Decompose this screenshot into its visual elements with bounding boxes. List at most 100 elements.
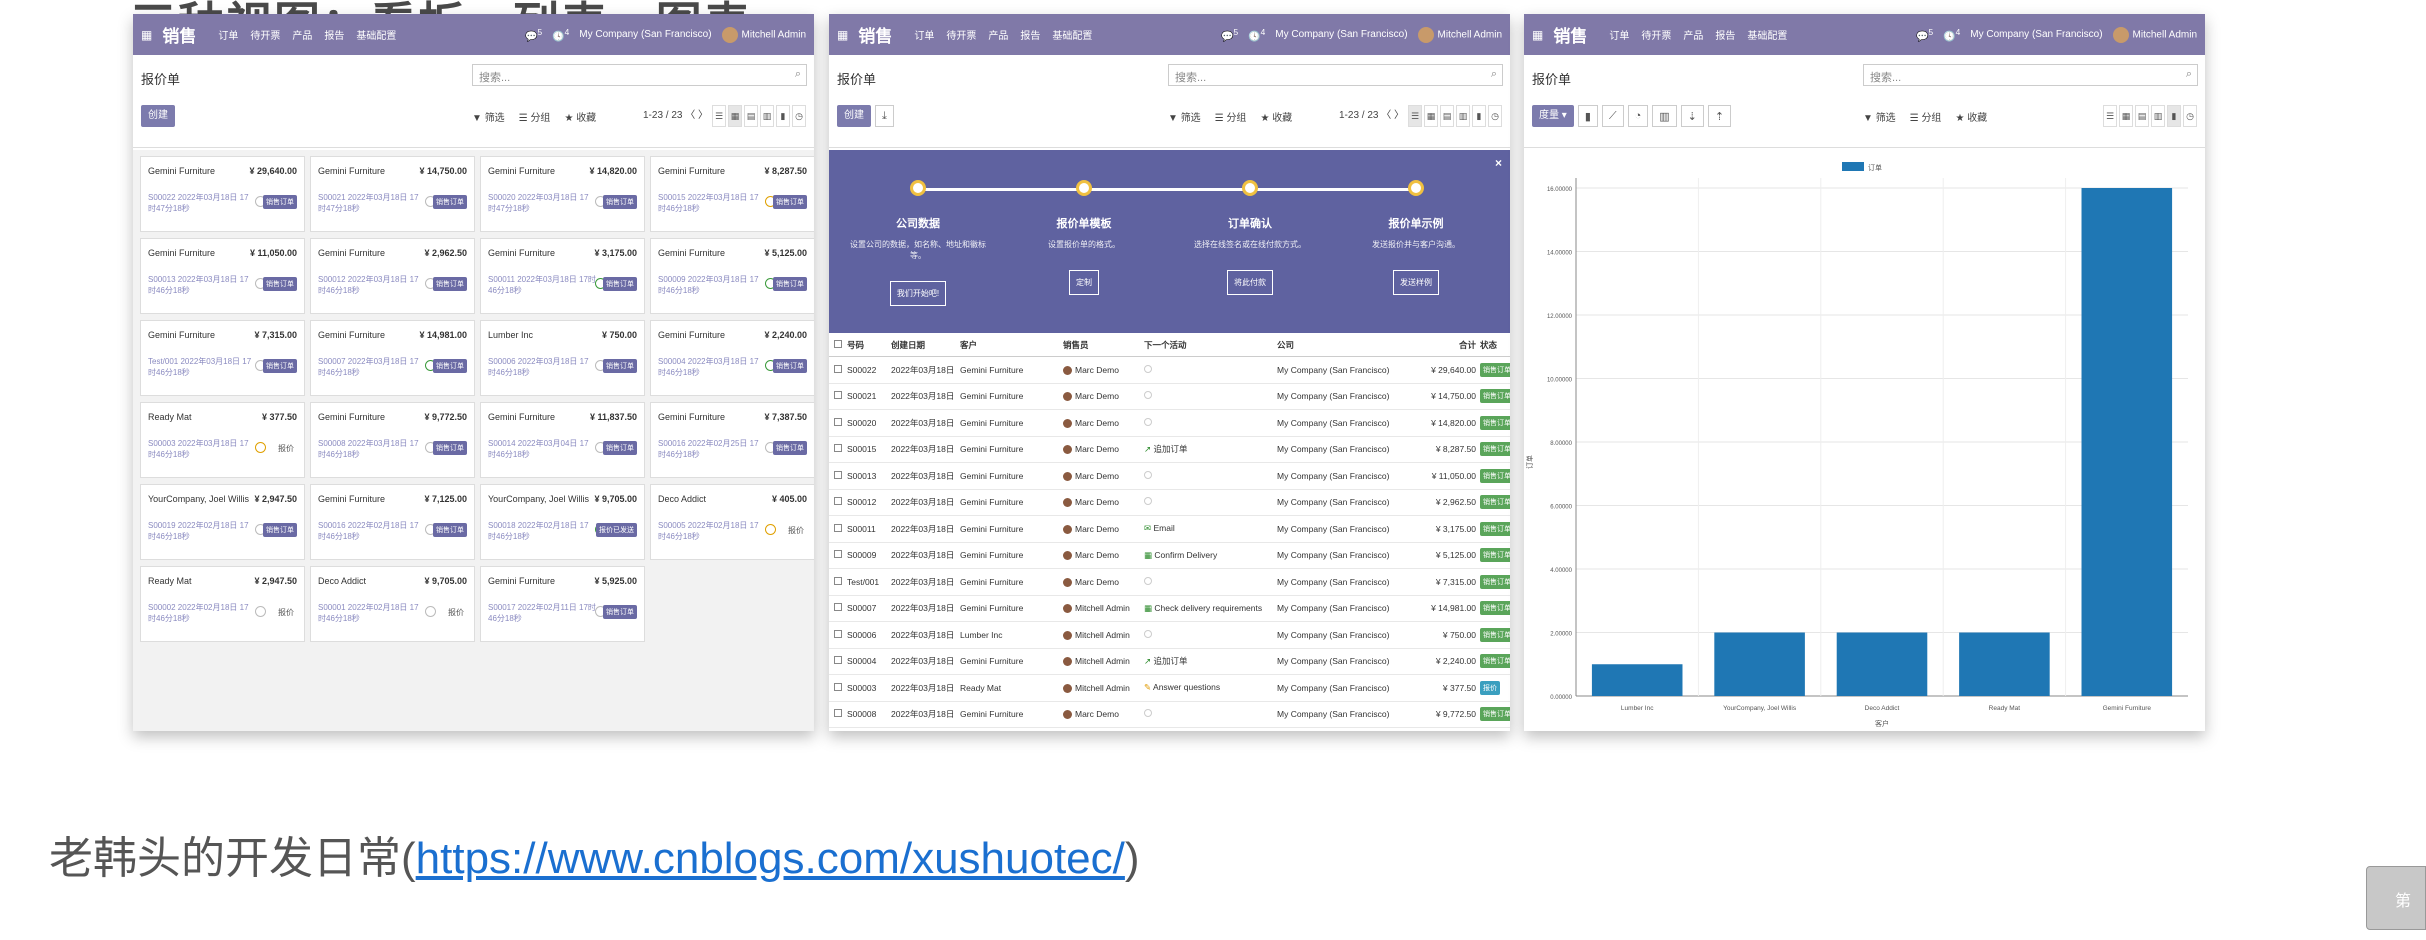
create-button[interactable]: 创建 (837, 105, 871, 127)
activity-clock-icon[interactable] (1144, 470, 1152, 479)
row-checkbox[interactable] (834, 497, 842, 506)
activity-clock-icon[interactable] (1144, 709, 1152, 718)
apps-menu-icon[interactable]: ▦ (837, 28, 848, 42)
table-row[interactable]: S00007 2022年03月18日 Gemini Furniture Mitchel… (829, 596, 1510, 622)
kanban-card[interactable]: Gemini Furniture ¥ 14,820.00 S00020 2022年0… (480, 156, 645, 232)
row-checkbox[interactable] (834, 444, 842, 453)
cell-next-activity[interactable] (1144, 391, 1277, 401)
user-menu[interactable]: Mitchell Admin (2112, 26, 2197, 43)
table-row[interactable]: S00009 2022年03月18日 Gemini Furniture Marc De… (829, 543, 1510, 569)
list-view-icon[interactable]: ☰ (2103, 105, 2117, 127)
cell-next-activity[interactable] (1144, 417, 1277, 428)
chat-icon[interactable]: 💬5 (1221, 27, 1238, 42)
activity-clock-icon[interactable] (1144, 629, 1152, 638)
table-row[interactable]: S00021 2022年03月18日 Gemini Furniture Marc De… (829, 384, 1510, 410)
app-name[interactable]: 销售 (162, 22, 196, 47)
menu-to-invoice[interactable]: 待开票 (1641, 27, 1671, 42)
kanban-card[interactable]: Gemini Furniture ¥ 7,387.50 S00016 2022年02… (650, 402, 814, 478)
cell-next-activity[interactable]: ✎ Answer questions (1144, 682, 1277, 693)
search-input[interactable]: 搜索... ⌕ (472, 64, 807, 86)
pivot-view-icon[interactable]: ▥ (1456, 105, 1470, 127)
filter-button[interactable]: ▼ 筛选 (1863, 109, 1896, 124)
activity-view-icon[interactable]: ◷ (2183, 105, 2197, 127)
menu-reporting[interactable]: 报告 (324, 27, 344, 42)
kanban-card[interactable]: Gemini Furniture ¥ 29,640.00 S00022 2022年0… (140, 156, 305, 232)
step-button[interactable]: 发送样例 (1393, 270, 1439, 295)
kanban-card[interactable]: Gemini Furniture ¥ 9,772.50 S00008 2022年03… (310, 402, 475, 478)
table-row[interactable]: S00006 2022年03月18日 Lumber Inc Mitchell Admi… (829, 622, 1510, 649)
kanban-card[interactable]: Deco Addict ¥ 405.00 S00005 2022年02月18日 17… (650, 484, 814, 560)
kanban-card[interactable]: Gemini Furniture ¥ 3,175.00 S00011 2022年03… (480, 238, 645, 314)
menu-products[interactable]: 产品 (988, 27, 1008, 42)
select-all-checkbox[interactable] (834, 339, 842, 348)
activity-icon[interactable]: 🕓4 (1248, 27, 1265, 42)
col-salesperson[interactable]: 销售员 (1063, 339, 1144, 351)
activity-clock-icon[interactable] (1144, 364, 1152, 373)
row-checkbox[interactable] (834, 576, 842, 585)
graph-view-icon[interactable]: ▮ (776, 105, 790, 127)
groupby-button[interactable]: ☰ 分组 (1215, 109, 1247, 124)
apps-menu-icon[interactable]: ▦ (1532, 28, 1543, 42)
table-row[interactable]: S000142022年03月18日Gemini FurnitureMarc De… (829, 728, 1510, 731)
col-total[interactable]: 合计 (1417, 339, 1480, 351)
menu-reporting[interactable]: 报告 (1020, 27, 1040, 42)
col-next-activity[interactable]: 下一个活动 (1144, 339, 1277, 351)
table-row[interactable]: S00011 2022年03月18日 Gemini Furniture Marc De… (829, 516, 1510, 543)
kanban-view-icon[interactable]: ▦ (1424, 105, 1438, 127)
download-icon[interactable]: ⤓ (875, 105, 894, 127)
activity-clock-icon[interactable] (1144, 391, 1152, 400)
menu-reporting[interactable]: 报告 (1715, 27, 1735, 42)
menu-configuration[interactable]: 基础配置 (356, 27, 396, 42)
stacked-icon[interactable]: ▥ (1652, 105, 1677, 127)
app-name[interactable]: 销售 (1553, 22, 1587, 47)
menu-configuration[interactable]: 基础配置 (1747, 27, 1787, 42)
groupby-button[interactable]: ☰ 分组 (1910, 109, 1942, 124)
menu-to-invoice[interactable]: 待开票 (946, 27, 976, 42)
company-switcher[interactable]: My Company (San Francisco) (1275, 29, 1407, 40)
activity-clock-icon[interactable] (1144, 417, 1152, 426)
activity-icon[interactable]: 🕓4 (1943, 27, 1960, 42)
page-tab[interactable]: 第 (2366, 866, 2426, 930)
cell-next-activity[interactable]: ↗ 追加订单 (1144, 443, 1277, 455)
activity-clock-icon[interactable] (255, 606, 266, 617)
menu-to-invoice[interactable]: 待开票 (250, 27, 280, 42)
row-checkbox[interactable] (834, 523, 842, 532)
activity-clock-icon[interactable] (425, 606, 436, 617)
blog-link[interactable]: https://www.cnblogs.com/xushuotec/ (416, 834, 1125, 883)
bar-chart-icon[interactable]: ▮ (1577, 105, 1598, 127)
user-menu[interactable]: Mitchell Admin (1417, 26, 1502, 43)
table-row[interactable]: S00008 2022年03月18日 Gemini Furniture Marc De… (829, 702, 1510, 728)
col-status[interactable]: 状态 (1480, 339, 1510, 351)
sort-desc-icon[interactable]: ⇣ (1680, 105, 1704, 127)
kanban-card[interactable]: YourCompany, Joel Willis ¥ 9,705.00 S00018… (480, 484, 645, 560)
row-checkbox[interactable] (834, 682, 842, 691)
activity-clock-icon[interactable] (255, 442, 266, 453)
cell-next-activity[interactable] (1144, 576, 1277, 587)
row-checkbox[interactable] (834, 417, 842, 426)
kanban-card[interactable]: Gemini Furniture ¥ 5,125.00 S00009 2022年03… (650, 238, 814, 314)
col-customer[interactable]: 客户 (960, 339, 1063, 351)
row-checkbox[interactable] (834, 470, 842, 479)
kanban-card[interactable]: Gemini Furniture ¥ 11,837.50 S00014 2022年0… (480, 402, 645, 478)
calendar-view-icon[interactable]: ▤ (1440, 105, 1454, 127)
table-row[interactable]: S00012 2022年03月18日 Gemini Furniture Marc De… (829, 490, 1510, 516)
activity-icon[interactable]: 🕓4 (552, 27, 569, 42)
row-checkbox[interactable] (834, 550, 842, 559)
menu-orders[interactable]: 订单 (1609, 27, 1629, 42)
company-switcher[interactable]: My Company (San Francisco) (579, 29, 711, 40)
create-button[interactable]: 创建 (141, 105, 175, 127)
step-button[interactable]: 我们开始吧! (889, 281, 947, 306)
col-company[interactable]: 公司 (1277, 339, 1417, 351)
search-input[interactable]: 搜索... ⌕ (1863, 64, 2198, 86)
kanban-card[interactable]: Ready Mat ¥ 2,947.50 S00002 2022年02月18日 17… (140, 566, 305, 642)
kanban-card[interactable]: Gemini Furniture ¥ 14,981.00 S00007 2022年0… (310, 320, 475, 396)
row-checkbox[interactable] (834, 629, 842, 638)
pager[interactable]: 1-23 / 23 〈 〉 (643, 105, 708, 127)
cell-next-activity[interactable]: ▦ Check delivery requirements (1144, 603, 1277, 614)
step-button[interactable]: 定制 (1069, 270, 1099, 295)
col-number[interactable]: 号码 (847, 339, 891, 351)
filter-button[interactable]: ▼ 筛选 (1168, 109, 1201, 124)
cell-next-activity[interactable]: ▦ Confirm Delivery (1144, 550, 1277, 561)
kanban-card[interactable]: Lumber Inc ¥ 750.00 S00006 2022年03月18日 17时… (480, 320, 645, 396)
list-view-icon[interactable]: ☰ (1408, 105, 1422, 127)
